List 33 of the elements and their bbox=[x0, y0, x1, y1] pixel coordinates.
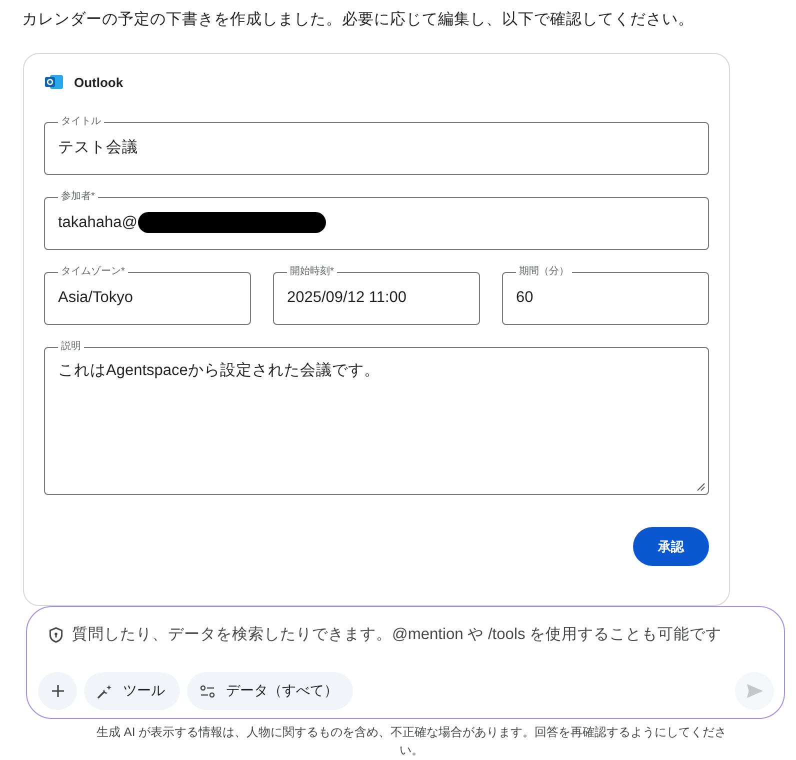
shield-icon bbox=[49, 627, 63, 643]
tools-button[interactable]: ツール bbox=[84, 672, 180, 710]
plus-icon bbox=[52, 685, 64, 697]
input-field[interactable]: 開始時刻* 2025/09/12 11:00 bbox=[273, 266, 480, 325]
chat-input[interactable]: 質問したり、データを検索したりできます。@mention や /tools を使用することも可能です bbox=[72, 626, 774, 644]
app-name: Outlook bbox=[74, 74, 124, 90]
input-field[interactable]: 参加者* takahaha@ bbox=[44, 191, 709, 250]
field-value: Asia/Tokyo bbox=[58, 288, 133, 308]
input-field[interactable]: タイムゾーン* Asia/Tokyo bbox=[44, 266, 251, 325]
field-label: 期間（分） bbox=[518, 266, 570, 278]
field-value: takahaha@ bbox=[58, 213, 138, 233]
approve-button[interactable]: 承認 bbox=[633, 527, 709, 566]
field-label: タイトル bbox=[60, 116, 102, 128]
resize-handle-icon[interactable] bbox=[697, 483, 705, 491]
wrench-sparkle-icon bbox=[97, 684, 112, 698]
field-value: 60 bbox=[516, 288, 534, 308]
input-field[interactable]: 期間（分） 60 bbox=[502, 266, 709, 325]
field-value: 2025/09/12 11:00 bbox=[287, 288, 407, 308]
field-label: タイムゾーン* bbox=[60, 266, 126, 278]
field-value: テスト会議 bbox=[58, 138, 138, 158]
disclaimer-text: 生成 AI が表示する情報は、人物に関するものを含め、不正確な場合があります。回答を再確認するようにしてください。 bbox=[95, 724, 728, 759]
textarea-field[interactable]: 説明 これはAgentspaceから設定された会議です。 bbox=[44, 341, 709, 495]
field-label: 参加者* bbox=[60, 191, 96, 203]
add-button[interactable] bbox=[38, 672, 77, 710]
input-field[interactable]: タイトル テスト会議 bbox=[44, 116, 709, 175]
sliders-icon bbox=[200, 684, 215, 698]
field-label: 説明 bbox=[60, 341, 82, 353]
field-label: 開始時刻* bbox=[289, 266, 335, 278]
outlook-logo-icon bbox=[45, 74, 63, 90]
data-button[interactable]: データ（すべて） bbox=[187, 672, 353, 710]
field-value: これはAgentspaceから設定された会議です。 bbox=[58, 362, 380, 379]
assistant-message: カレンダーの予定の下書きを作成しました。必要に応じて編集し、以下で確認してください。 bbox=[22, 10, 695, 30]
send-icon bbox=[746, 684, 762, 698]
